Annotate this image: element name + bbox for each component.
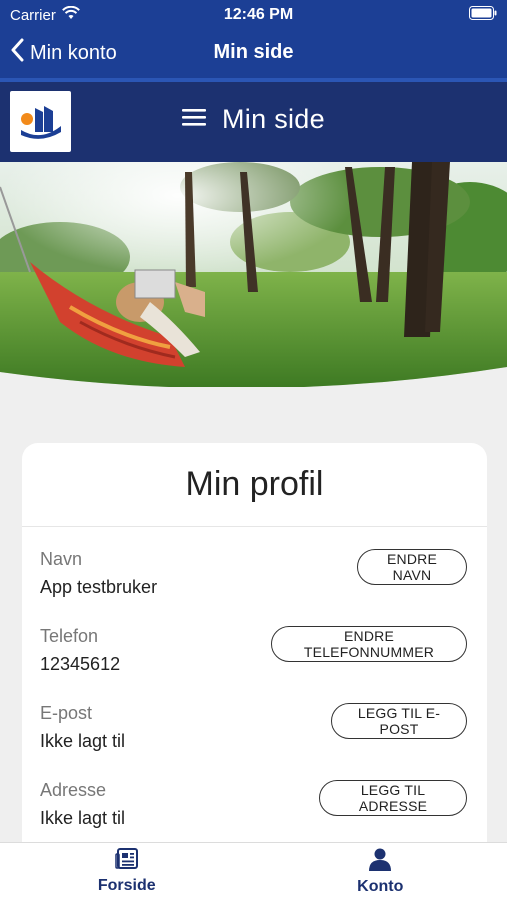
site-header: Min side [0,82,507,162]
tab-bar: Forside Konto [0,842,507,900]
row-label: Adresse [40,780,107,800]
back-button[interactable]: Min konto [10,38,117,68]
tab-konto[interactable]: Konto [254,843,507,900]
header-title: Min side [222,104,325,134]
tab-label: Konto [357,878,404,895]
status-bar: Carrier 12:46 PM [0,0,507,30]
row-value: Ikke lagt til [40,808,126,828]
navigation-bar: Min konto Min side [0,30,507,78]
hamburger-icon [182,107,206,132]
chevron-left-icon [10,38,24,68]
profile-card: Min profil Navn App testbruker ENDRE NAV… [22,443,487,863]
newspaper-icon [115,848,139,875]
logo[interactable] [10,91,71,152]
tab-label: Forside [97,877,156,894]
carrier-label: Carrier [10,6,56,24]
change-name-button[interactable]: ENDRE NAVN [357,549,467,585]
change-phone-button[interactable]: ENDRE TELEFONNUMMER [271,626,467,662]
hammock-photo [0,162,507,387]
profile-row-email: E-post Ikke lagt til LEGG TIL E-POST [40,703,467,763]
row-value: App testbruker [40,577,158,597]
back-label: Min konto [30,41,117,64]
profile-row-address: Adresse Ikke lagt til LEGG TIL ADRESSE [40,780,467,840]
profile-row-name: Navn App testbruker ENDRE NAVN [40,549,467,609]
add-email-button[interactable]: LEGG TIL E-POST [331,703,467,739]
card-title: Min profil [22,443,487,527]
battery-icon [469,6,497,24]
wifi-icon [61,5,80,24]
tab-forside[interactable]: Forside [0,843,254,900]
add-address-button[interactable]: LEGG TIL ADRESSE [319,780,467,816]
hero-image [0,162,507,387]
row-value: 12345612 [40,654,121,674]
menu-button[interactable]: Min side [182,104,325,135]
row-label: Telefon [40,626,99,646]
profile-row-phone: Telefon 12345612 ENDRE TELEFONNUMMER [40,626,467,686]
row-label: Navn [40,549,83,569]
row-value: Ikke lagt til [40,731,126,751]
row-label: E-post [40,703,93,723]
person-icon [368,847,392,876]
ship-logo-icon [20,105,61,139]
clock: 12:46 PM [223,6,294,23]
